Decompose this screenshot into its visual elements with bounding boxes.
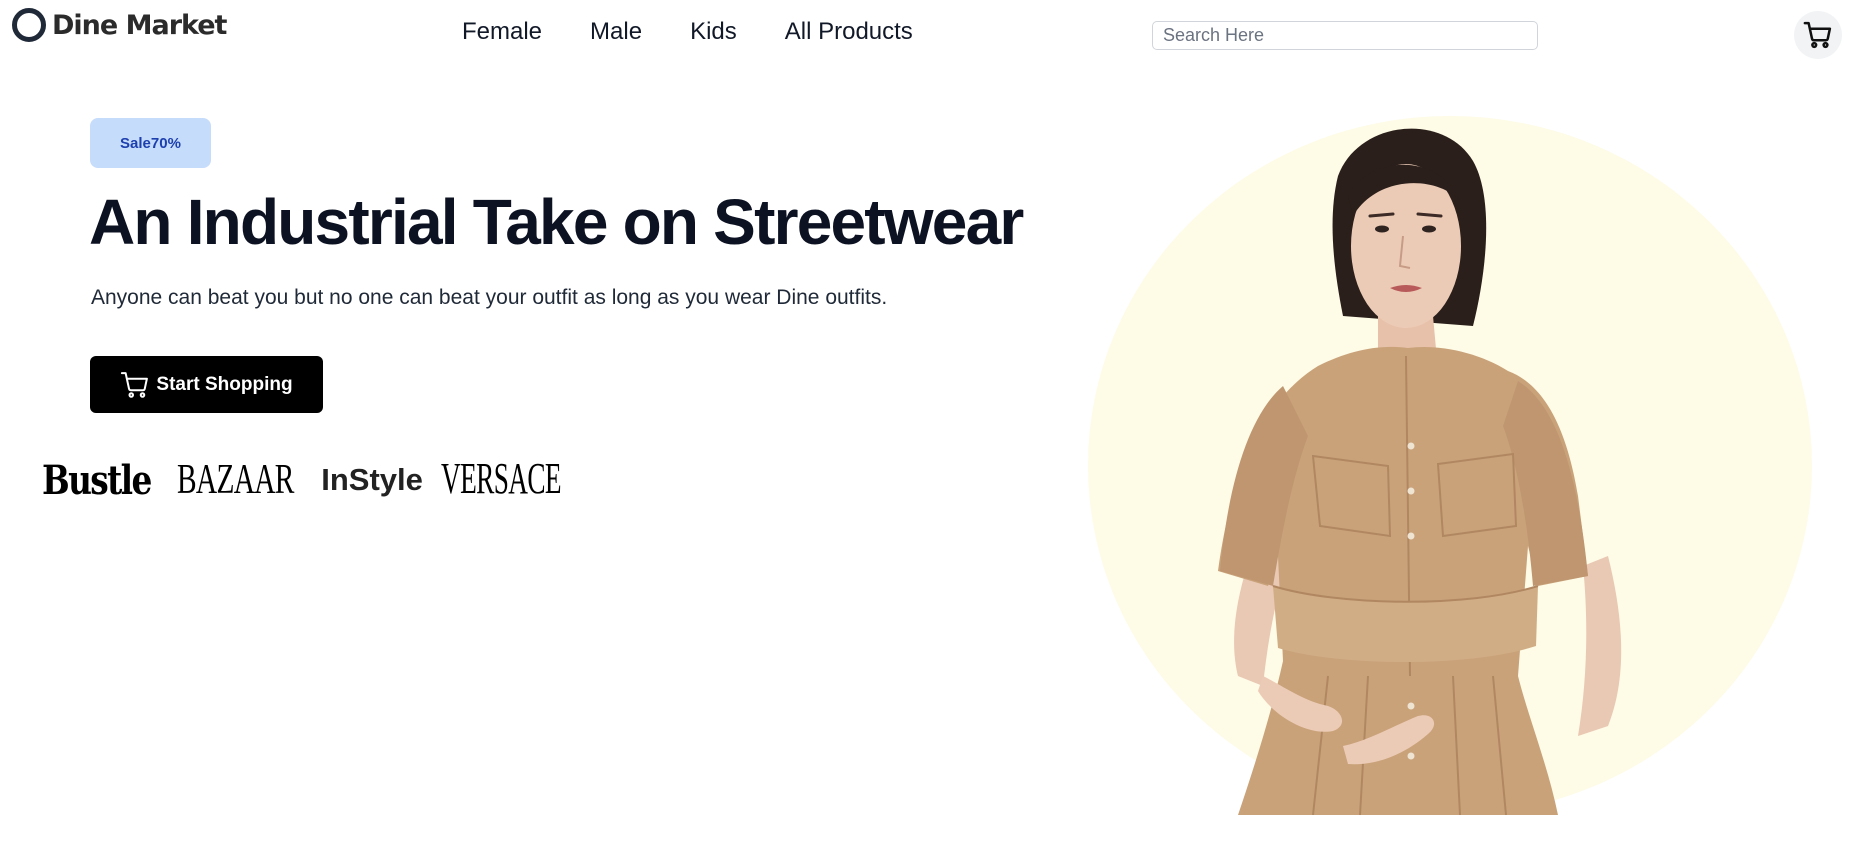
cart-button[interactable] [1794, 11, 1842, 59]
logo[interactable]: Dine Market [12, 8, 227, 42]
brand-logo-instyle: InStyle [321, 462, 423, 497]
cart-icon [1803, 21, 1832, 49]
hero-title: An Industrial Take on Streetwear [89, 186, 1024, 258]
hero-image [1088, 116, 1812, 815]
sale-badge: Sale70% [90, 118, 211, 168]
brand-logo-bustle: Bustle [42, 457, 152, 504]
main-nav: Female Male Kids All Products [462, 18, 913, 46]
nav-item-kids[interactable]: Kids [690, 18, 737, 46]
nav-item-male[interactable]: Male [590, 18, 642, 46]
site-header: Dine Market Female Male Kids All Product… [0, 0, 1852, 70]
featured-brands: Bustle BAZAAR InStyle VERSACE [42, 454, 634, 504]
search-input[interactable] [1152, 21, 1538, 50]
nav-item-female[interactable]: Female [462, 18, 542, 46]
start-shopping-button[interactable]: Start Shopping [90, 356, 323, 413]
brand-logo-versace: VERSACE [440, 454, 562, 503]
nav-item-all-products[interactable]: All Products [785, 18, 913, 46]
model-illustration [1218, 128, 1622, 815]
logo-text: Dine Market [52, 9, 227, 41]
brand-logo-bazaar: BAZAAR [176, 457, 294, 503]
logo-ring-icon [12, 8, 46, 42]
cart-icon [121, 371, 149, 398]
start-shopping-label: Start Shopping [156, 373, 293, 395]
hero-subtitle: Anyone can beat you but no one can beat … [91, 286, 888, 309]
